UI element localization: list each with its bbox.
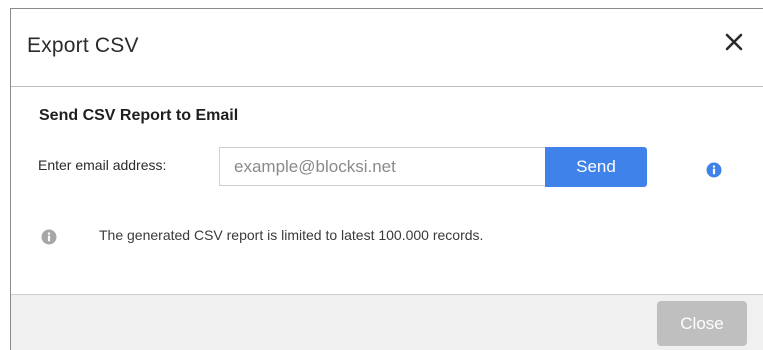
close-button[interactable]: Close [657, 301, 747, 346]
info-icon [41, 229, 57, 245]
dialog-title: Export CSV [27, 34, 139, 57]
dialog-header: Export CSV [11, 9, 763, 87]
csv-limit-notice: The generated CSV report is limited to l… [99, 227, 484, 243]
email-input[interactable] [219, 147, 545, 186]
dialog-footer: Close [11, 294, 763, 350]
email-label: Enter email address: [38, 157, 167, 173]
close-x-icon[interactable] [719, 27, 749, 57]
section-title: Send CSV Report to Email [39, 107, 239, 124]
info-icon[interactable] [706, 162, 722, 178]
export-csv-dialog: Export CSV Send CSV Report to Email Ente… [10, 8, 763, 350]
send-button[interactable]: Send [545, 147, 647, 187]
